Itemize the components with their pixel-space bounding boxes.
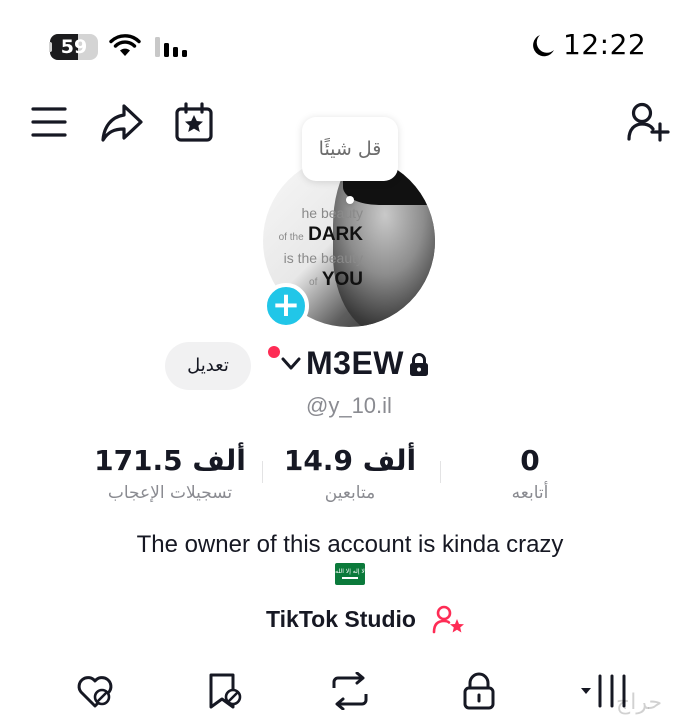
chevron-down-icon[interactable] [281, 357, 301, 371]
lock-icon [410, 353, 428, 376]
note-placeholder: قل شيئًا [318, 138, 382, 160]
add-story-button[interactable]: + [263, 283, 309, 329]
clock-time: 12:22 [563, 28, 647, 61]
avatar-caption: he beauty of the DARK is the beauty of Y… [263, 203, 363, 293]
stat-divider [262, 461, 263, 483]
creator-star-icon[interactable] [432, 605, 466, 635]
flag-inscription: لا إله إلا الله [335, 568, 365, 575]
battery-level: 59 [60, 36, 88, 58]
share-icon[interactable] [100, 102, 144, 144]
likes-stat[interactable]: 171.5 ألف تسجيلات الإعجاب [80, 444, 260, 503]
note-bubble-tail [346, 196, 354, 204]
likes-label: تسجيلات الإعجاب [107, 483, 233, 503]
menu-icon[interactable] [30, 104, 68, 140]
moon-icon [533, 35, 554, 57]
followers-stat[interactable]: 14.9 ألف متابعين [270, 444, 430, 503]
following-count: 0 [520, 444, 540, 477]
profile-bio: The owner of this account is kinda crazy [136, 531, 564, 558]
saudi-flag-icon: لا إله إلا الله [335, 563, 365, 585]
note-bubble[interactable]: قل شيئًا [302, 117, 398, 181]
following-label: أتابعه [511, 483, 549, 503]
calendar-star-icon[interactable] [173, 102, 215, 144]
cellular-signal-icon [155, 37, 187, 57]
watermark: حراج [616, 690, 663, 715]
user-handle: @y_10.il [306, 393, 392, 418]
battery-nub [49, 42, 52, 52]
status-bar: 59 12:22 [0, 0, 700, 90]
reposts-icon[interactable] [330, 672, 370, 710]
add-friend-icon[interactable] [626, 102, 670, 144]
stat-divider [440, 461, 441, 483]
avatar-caption-line: he beauty [301, 205, 364, 221]
favorites-icon[interactable] [205, 672, 245, 710]
flag-sword [342, 577, 358, 579]
tiktok-studio-link[interactable]: TikTok Studio [266, 606, 416, 633]
following-stat[interactable]: 0 أتابعه [460, 444, 600, 503]
username[interactable]: M3EW [306, 345, 404, 382]
avatar-caption-line: is the beauty [283, 250, 363, 266]
edit-profile-button[interactable]: تعديل [165, 342, 251, 390]
battery-icon: 59 [50, 34, 98, 60]
avatar-caption-line: of the DARK [278, 224, 363, 245]
followers-label: متابعين [324, 483, 376, 503]
liked-icon[interactable] [75, 672, 115, 710]
plus-icon: + [271, 285, 301, 325]
notification-dot [268, 346, 280, 358]
wifi-icon [109, 34, 141, 56]
private-icon[interactable] [461, 672, 497, 710]
followers-count: 14.9 ألف [283, 444, 417, 477]
likes-count: 171.5 ألف [94, 444, 246, 477]
